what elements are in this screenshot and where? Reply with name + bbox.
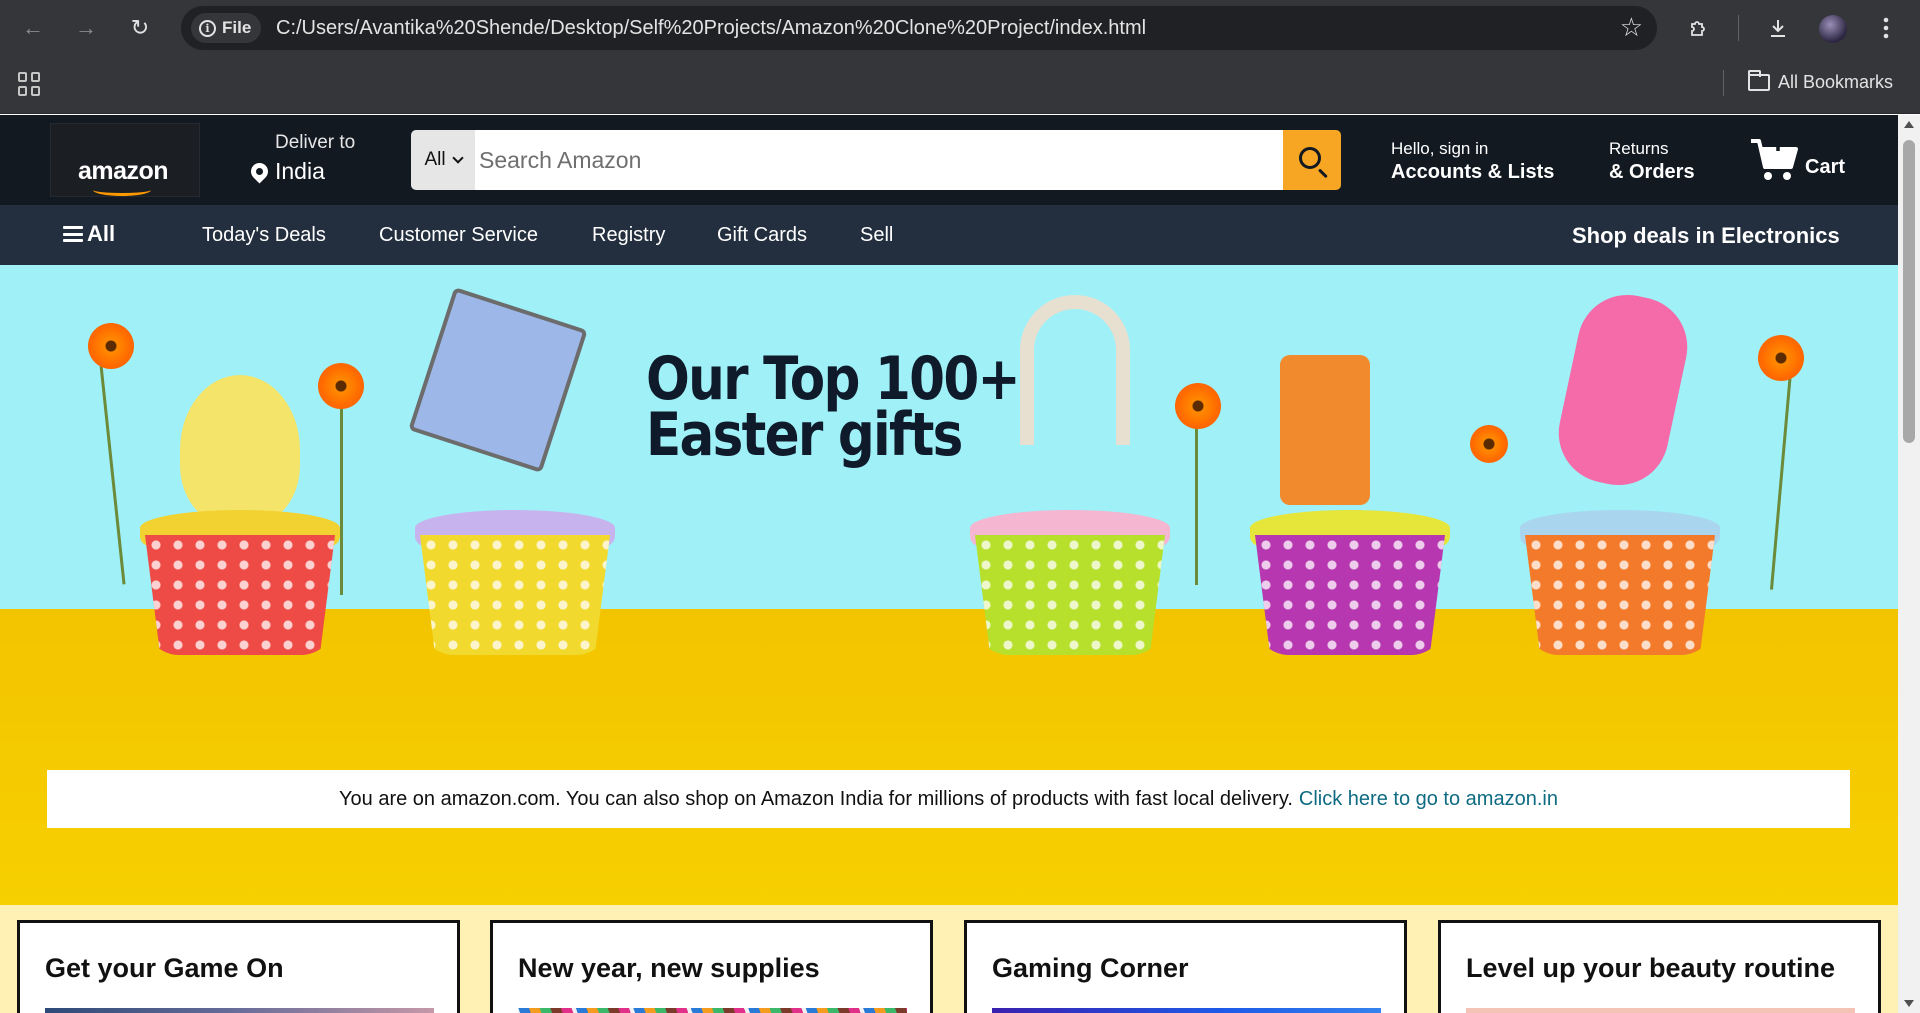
extensions-icon[interactable] xyxy=(1681,10,1717,46)
secondary-nav: All Today's Deals Customer Service Regis… xyxy=(0,205,1898,265)
forward-icon[interactable]: → xyxy=(70,12,102,44)
poppy-flower-image xyxy=(88,323,134,369)
accounts-lists-label: Accounts & Lists xyxy=(1391,161,1555,183)
region-notice: You are on amazon.com. You can also shop… xyxy=(47,770,1850,828)
easter-basket-purple xyxy=(1255,535,1445,655)
download-icon[interactable] xyxy=(1760,10,1796,46)
easter-basket-yellow xyxy=(420,535,610,655)
amazon-logo[interactable]: amazon xyxy=(50,123,200,197)
amazon-header: amazon Deliver to India All Hello, sign … xyxy=(0,115,1898,205)
location-pin-icon xyxy=(247,159,272,184)
plush-toy-image xyxy=(180,375,300,525)
search-icon xyxy=(1299,147,1321,169)
headphones-image xyxy=(1020,295,1130,445)
cart-label: Cart xyxy=(1805,156,1846,178)
site-chip-label: File xyxy=(222,18,252,37)
site-info-chip[interactable]: i File xyxy=(191,13,262,43)
poppy-flower-image xyxy=(1470,425,1508,463)
poppy-flower-image xyxy=(1175,383,1221,429)
product-card[interactable]: Level up your beauty routine xyxy=(1438,920,1881,1013)
hero-title-line-2: Easter gifts xyxy=(646,400,963,470)
hero-title-line-1: Our Top 100+ xyxy=(646,344,1021,414)
hero-title: Our Top 100+ Easter gifts xyxy=(646,344,1021,470)
product-card[interactable]: Get your Game On xyxy=(17,920,460,1013)
account-lists[interactable]: Hello, sign in Accounts & Lists xyxy=(1391,139,1554,185)
nav-gift-cards[interactable]: Gift Cards xyxy=(717,224,807,247)
card-image[interactable] xyxy=(518,1008,907,1013)
easter-basket-red xyxy=(145,535,335,655)
folder-icon xyxy=(1748,70,1770,91)
flower-stem xyxy=(1769,360,1794,590)
card-title: Level up your beauty routine xyxy=(1466,953,1836,983)
browser-toolbar: ← → ↻ i File C:/Users/Avantika%20Shende/… xyxy=(0,0,1920,56)
deliver-location[interactable]: India xyxy=(247,158,325,185)
case-image xyxy=(1549,285,1697,495)
logo-smile xyxy=(93,184,151,196)
page-scrollbar[interactable] xyxy=(1898,115,1920,1013)
url-text[interactable]: C:/Users/Avantika%20Shende/Desktop/Self%… xyxy=(276,17,1146,40)
poppy-flower-image xyxy=(1758,335,1804,381)
info-icon: i xyxy=(199,19,216,37)
hero-banner[interactable]: Our Top 100+ Easter gifts You are on ama… xyxy=(0,265,1898,905)
cart-icon xyxy=(1749,135,1799,183)
card-image[interactable] xyxy=(992,1008,1381,1013)
nav-todays-deals[interactable]: Today's Deals xyxy=(202,224,326,247)
card-image[interactable] xyxy=(1466,1008,1855,1013)
card-title: Gaming Corner xyxy=(992,953,1189,983)
chevron-down-icon xyxy=(451,152,464,164)
easter-basket-orange xyxy=(1525,535,1715,655)
all-bookmarks-label: All Bookmarks xyxy=(1778,72,1894,92)
all-bookmarks[interactable]: All Bookmarks xyxy=(1748,70,1894,93)
reload-icon[interactable]: ↻ xyxy=(124,12,156,44)
menu-icon[interactable] xyxy=(1868,10,1904,46)
nav-registry[interactable]: Registry xyxy=(592,224,665,247)
search-input[interactable] xyxy=(475,130,1283,190)
search-category-select[interactable]: All xyxy=(411,130,475,190)
returns-label: Returns xyxy=(1609,139,1669,158)
bookmarks-bar xyxy=(0,56,1920,114)
bookmarks-divider xyxy=(1723,70,1724,96)
greeting-text: Hello, sign in xyxy=(1391,139,1489,158)
apps-icon[interactable] xyxy=(18,72,42,96)
all-menu-label: All xyxy=(87,221,116,246)
search-bar: All xyxy=(411,130,1341,190)
card-title: Get your Game On xyxy=(45,953,284,983)
nav-sell[interactable]: Sell xyxy=(860,224,893,247)
shop-deals-electronics[interactable]: Shop deals in Electronics xyxy=(1572,223,1840,249)
product-card[interactable]: Gaming Corner xyxy=(964,920,1407,1013)
address-bar[interactable]: i File C:/Users/Avantika%20Shende/Deskto… xyxy=(181,6,1657,50)
all-menu-button[interactable]: All xyxy=(63,221,115,247)
flower-stem xyxy=(340,395,343,595)
card-title: New year, new supplies xyxy=(518,953,820,983)
returns-orders[interactable]: Returns & Orders xyxy=(1609,139,1695,185)
back-icon[interactable]: ← xyxy=(17,12,49,44)
region-notice-text: You are on amazon.com. You can also shop… xyxy=(339,787,1293,810)
easter-basket-green xyxy=(975,535,1165,655)
star-icon[interactable]: ☆ xyxy=(1620,12,1643,43)
amazon-in-link[interactable]: Click here to go to amazon.in xyxy=(1299,788,1558,811)
scroll-up-icon[interactable] xyxy=(1904,121,1914,128)
card-image[interactable] xyxy=(45,1008,434,1013)
orders-label: & Orders xyxy=(1609,161,1695,183)
deliver-to-label: Deliver to xyxy=(275,132,356,153)
location-text: India xyxy=(275,158,325,184)
profile-avatar[interactable] xyxy=(1819,15,1847,43)
toolbar-divider xyxy=(1738,15,1739,41)
tumbler-image xyxy=(1280,355,1370,505)
nav-customer-service[interactable]: Customer Service xyxy=(379,224,538,247)
logo-text: amazon xyxy=(78,157,169,185)
search-category-label: All xyxy=(424,149,446,170)
flower-stem xyxy=(1195,405,1198,585)
product-card[interactable]: New year, new supplies xyxy=(490,920,933,1013)
flower-stem xyxy=(97,345,126,585)
cart-button[interactable]: Cart xyxy=(1749,135,1845,183)
page-viewport: amazon Deliver to India All Hello, sign … xyxy=(0,115,1898,1013)
book-image xyxy=(408,287,588,473)
poppy-flower-image xyxy=(318,363,364,409)
scroll-thumb[interactable] xyxy=(1903,140,1915,443)
hamburger-icon xyxy=(63,226,83,242)
search-button[interactable] xyxy=(1283,130,1341,190)
scroll-down-icon[interactable] xyxy=(1904,1000,1914,1007)
